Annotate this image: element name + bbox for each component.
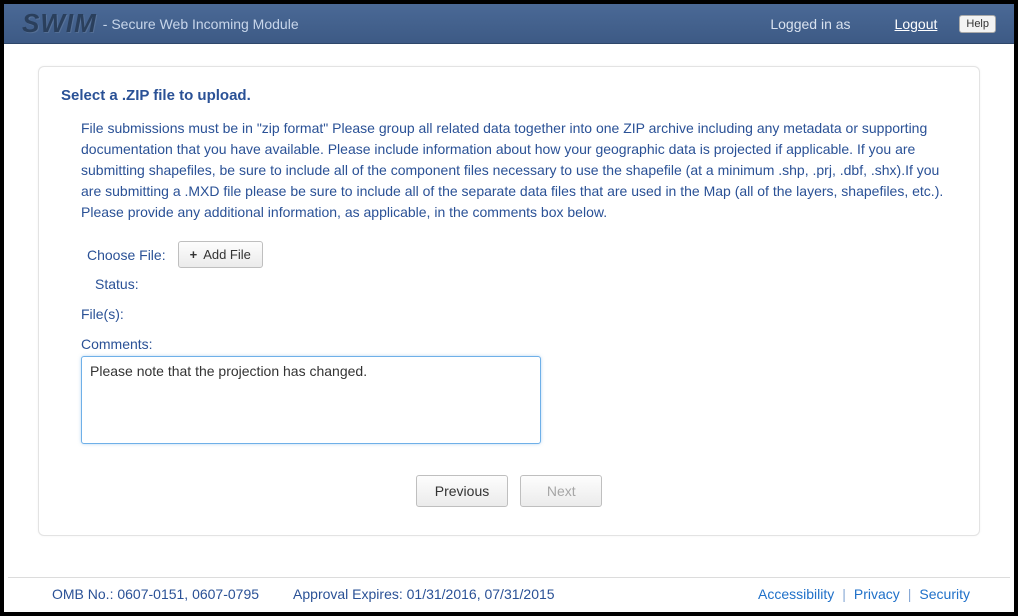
footer-approval: Approval Expires: 01/31/2016, 07/31/2015 — [293, 586, 555, 602]
footer-link-privacy[interactable]: Privacy — [854, 586, 900, 602]
instructions-text: File submissions must be in "zip format"… — [81, 118, 957, 223]
next-button[interactable]: Next — [520, 475, 602, 507]
previous-button[interactable]: Previous — [416, 475, 508, 507]
footer-separator: | — [842, 586, 846, 602]
footer-separator: | — [908, 586, 912, 602]
upload-card: Select a .ZIP file to upload. File submi… — [38, 66, 980, 536]
page-footer: OMB No.: 0607-0151, 0607-0795 Approval E… — [8, 577, 1010, 608]
add-file-button[interactable]: + Add File — [178, 241, 263, 268]
app-header: SWIM - Secure Web Incoming Module Logged… — [4, 4, 1014, 44]
section-title: Select a .ZIP file to upload. — [61, 87, 957, 104]
comments-textarea[interactable] — [81, 356, 541, 444]
files-label: File(s): — [81, 306, 957, 322]
comments-label: Comments: — [81, 336, 957, 352]
status-label: Status: — [95, 276, 139, 292]
footer-link-accessibility[interactable]: Accessibility — [758, 586, 834, 602]
logout-link[interactable]: Logout — [895, 16, 938, 32]
footer-omb: OMB No.: 0607-0151, 0607-0795 — [52, 586, 259, 602]
app-logo: SWIM — [22, 8, 97, 39]
choose-file-label: Choose File: — [87, 247, 166, 263]
logged-in-label: Logged in as — [770, 16, 850, 32]
plus-icon: + — [190, 247, 198, 262]
add-file-button-label: Add File — [203, 247, 251, 262]
help-button[interactable]: Help — [959, 15, 996, 33]
footer-link-security[interactable]: Security — [919, 586, 970, 602]
app-subtitle: - Secure Web Incoming Module — [103, 16, 299, 32]
